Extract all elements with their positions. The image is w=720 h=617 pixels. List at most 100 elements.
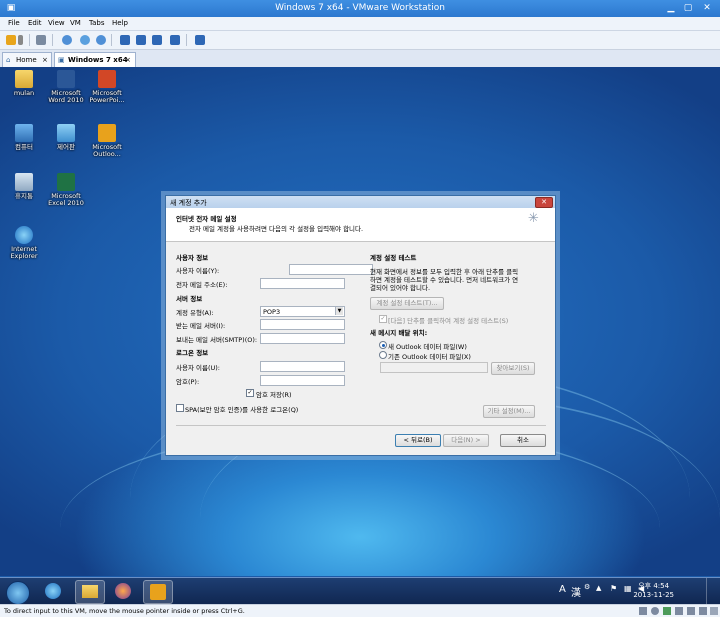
pause-icon[interactable] — [6, 35, 16, 45]
desktop-icon-ie[interactable]: Internet Explorer — [6, 226, 42, 260]
more-settings-button[interactable]: 기타 설정(M)... — [483, 405, 535, 418]
powerpoint-icon — [98, 70, 116, 88]
unity-icon[interactable] — [170, 35, 180, 45]
desktop-icon-powerpoint[interactable]: Microsoft PowerPoi... — [89, 70, 125, 104]
usb-device-icon[interactable] — [675, 607, 683, 615]
taskbar-ie-button[interactable] — [39, 580, 67, 602]
network-icon[interactable]: ▦ — [624, 584, 632, 593]
snapshot-icon[interactable] — [62, 35, 72, 45]
next-button[interactable]: 다음(N) > — [443, 434, 489, 447]
name-input[interactable] — [289, 264, 373, 275]
send-ctrl-alt-del-icon[interactable] — [36, 35, 46, 45]
desktop-icon-control-panel[interactable]: 제어판 — [48, 124, 84, 151]
menu-edit[interactable]: Edit — [28, 19, 42, 27]
remember-password-checkbox[interactable]: ✓ — [246, 389, 254, 397]
outgoing-server-label: 보내는 메일 서버(SMTP)(O): — [176, 336, 258, 344]
internet-explorer-icon — [45, 583, 61, 599]
cancel-button[interactable]: 취소 — [500, 434, 546, 447]
printer-device-icon[interactable] — [699, 607, 707, 615]
taskbar-clock[interactable]: 오후 4:54 2013-11-25 — [633, 582, 674, 600]
desktop-icon-excel[interactable]: Microsoft Excel 2010 — [48, 173, 84, 207]
menu-file[interactable]: File — [8, 19, 20, 27]
password-input[interactable] — [260, 375, 345, 386]
maximize-icon[interactable]: ▢ — [683, 3, 693, 13]
taskbar-outlook-button[interactable] — [143, 580, 173, 604]
show-library-icon[interactable] — [120, 35, 130, 45]
start-button-icon[interactable] — [6, 581, 30, 605]
word-icon — [57, 70, 75, 88]
quick-switch-icon[interactable] — [136, 35, 146, 45]
close-icon[interactable]: ✕ — [702, 3, 712, 13]
account-type-select[interactable]: POP3 ▼ — [260, 306, 345, 317]
taskbar: A 漢 ⚙ ▲ ⚑ ▦ ◀ 오후 4:54 2013-11-25 — [0, 577, 720, 605]
ime-hanja-indicator[interactable]: 漢 — [571, 584, 581, 599]
home-icon: ⌂ — [6, 56, 11, 64]
dialog-header: 인터넷 전자 메일 설정 전자 메일 계정을 사용하려면 다음의 각 설정을 입… — [166, 208, 555, 242]
menu-view[interactable]: View — [48, 19, 65, 27]
message-log-icon[interactable] — [710, 607, 718, 615]
folder-icon — [82, 585, 98, 598]
minimize-icon[interactable]: ▁ — [666, 3, 676, 13]
desktop-icon-word[interactable]: Microsoft Word 2010 — [48, 70, 84, 104]
new-data-file-label: 새 Outlook 데이터 파일(W) — [388, 343, 467, 351]
full-screen-icon[interactable] — [152, 35, 162, 45]
taskbar-explorer-button[interactable] — [75, 580, 105, 604]
ime-settings-icon[interactable]: ⚙ — [584, 583, 590, 591]
tab-home[interactable]: ⌂ Home × — [2, 52, 52, 67]
media-player-icon — [115, 583, 131, 599]
account-type-label: 계정 유형(A): — [176, 309, 214, 317]
desktop-icon-outlook[interactable]: Microsoft Outloo... — [89, 124, 125, 158]
header-title: 인터넷 전자 메일 설정 — [176, 215, 237, 223]
menu-tabs[interactable]: Tabs — [89, 19, 105, 27]
tab-home-label: Home — [16, 56, 37, 64]
toolbar — [0, 31, 720, 50]
tab-vm[interactable]: ▣ Windows 7 x64 × — [54, 52, 136, 67]
data-file-path-input[interactable] — [380, 362, 488, 373]
deliver-heading: 새 메시지 배달 위치: — [370, 329, 428, 337]
status-text: To direct input to this VM, move the mou… — [4, 607, 245, 615]
back-button[interactable]: < 뒤로(B) — [395, 434, 441, 447]
recycle-bin-icon — [15, 173, 33, 191]
desktop-icon-recycle-bin[interactable]: 휴지통 — [6, 173, 42, 200]
vm-icon: ▣ — [58, 56, 65, 64]
new-data-file-radio[interactable] — [379, 341, 387, 349]
taskbar-media-player-button[interactable] — [109, 580, 137, 602]
dialog-title: 새 계정 추가 — [170, 199, 207, 207]
menu-vm[interactable]: VM — [70, 19, 81, 27]
desktop-icon-mulan[interactable]: mulan — [6, 70, 42, 97]
chevron-down-icon[interactable]: ▼ — [335, 307, 343, 315]
close-icon[interactable]: × — [42, 56, 48, 64]
next-test-checkbox[interactable]: ✓ — [379, 315, 387, 323]
action-center-flag-icon[interactable]: ⚑ — [610, 584, 617, 593]
tray-chevron-icon[interactable]: ▲ — [596, 584, 601, 592]
close-icon[interactable]: ✕ — [535, 197, 553, 208]
network-adapter-icon[interactable] — [663, 607, 671, 615]
test-heading: 계정 설정 테스트 — [370, 254, 417, 262]
user-info-heading: 사용자 정보 — [176, 254, 209, 262]
clock-date: 2013-11-25 — [633, 591, 674, 599]
show-desktop-button[interactable] — [706, 578, 719, 604]
outgoing-server-input[interactable] — [260, 333, 345, 344]
spa-checkbox[interactable] — [176, 404, 184, 412]
computer-icon — [15, 124, 33, 142]
existing-data-file-radio[interactable] — [379, 351, 387, 359]
add-account-dialog: 새 계정 추가 ✕ 인터넷 전자 메일 설정 전자 메일 계정을 사용하려면 다… — [165, 195, 556, 456]
incoming-server-input[interactable] — [260, 319, 345, 330]
revert-snapshot-icon[interactable] — [80, 35, 90, 45]
snapshot-manager-icon[interactable] — [96, 35, 106, 45]
test-account-button[interactable]: 계정 설정 테스트(T)... — [370, 297, 444, 310]
console-view-icon[interactable] — [195, 35, 205, 45]
menu-help[interactable]: Help — [112, 19, 128, 27]
close-icon[interactable]: × — [125, 56, 131, 64]
desktop-icon-computer[interactable]: 컴퓨터 — [6, 124, 42, 151]
hdd-device-icon[interactable] — [639, 607, 647, 615]
power-dropdown-icon[interactable] — [18, 35, 23, 45]
sound-device-icon[interactable] — [687, 607, 695, 615]
ime-mode-indicator[interactable]: A — [559, 584, 566, 595]
email-input[interactable] — [260, 278, 345, 289]
browse-button[interactable]: 찾아보기(S) — [491, 362, 535, 375]
username-input[interactable] — [260, 361, 345, 372]
status-bar: To direct input to this VM, move the mou… — [0, 604, 720, 617]
server-info-heading: 서버 정보 — [176, 295, 203, 303]
cdrom-device-icon[interactable] — [651, 607, 659, 615]
